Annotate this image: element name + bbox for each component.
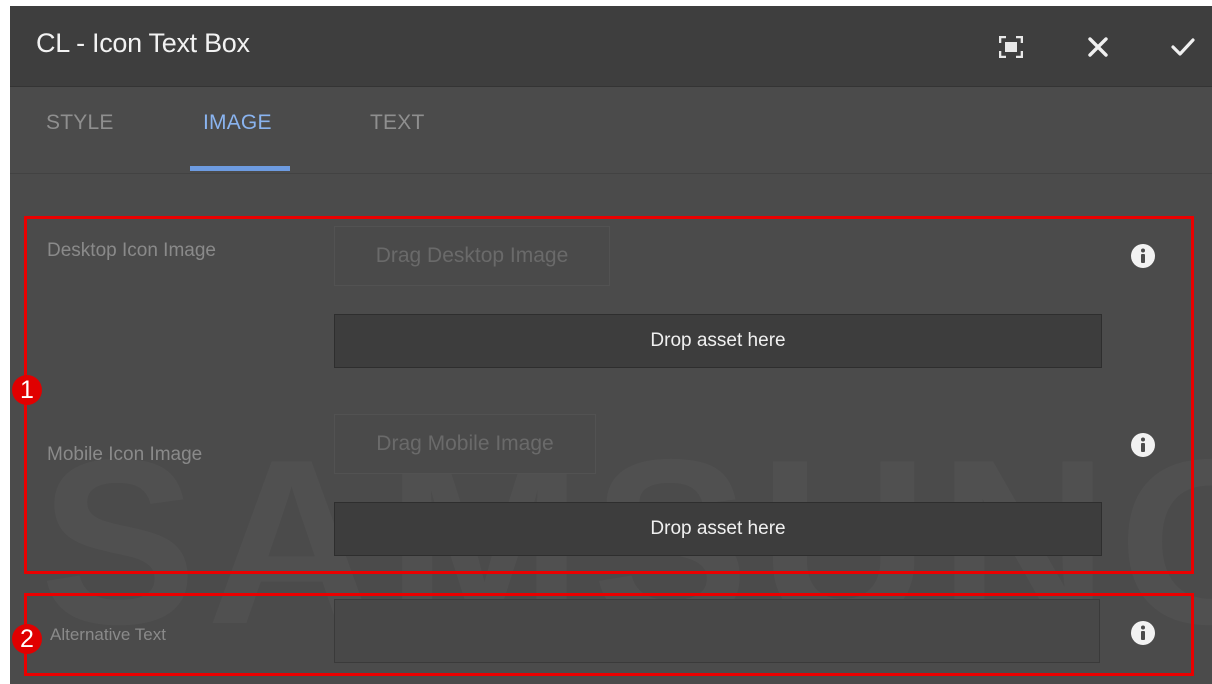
dialog: CL - Icon Text Box STYLE IMAGE TEXT SAMS… xyxy=(10,6,1212,684)
highlight-box-1 xyxy=(24,216,1194,574)
annotation-badge-2: 2 xyxy=(12,624,42,654)
close-icon xyxy=(1088,37,1108,57)
annotation-badge-1: 1 xyxy=(12,375,42,405)
fullscreen-icon xyxy=(999,36,1023,58)
tab-image[interactable]: IMAGE xyxy=(203,111,272,135)
dialog-title: CL - Icon Text Box xyxy=(36,28,250,58)
highlight-box-2 xyxy=(24,593,1194,676)
tab-text[interactable]: TEXT xyxy=(370,111,424,135)
tab-style[interactable]: STYLE xyxy=(46,111,114,135)
done-button[interactable] xyxy=(1166,30,1200,64)
active-tab-indicator xyxy=(190,166,290,171)
fullscreen-button[interactable] xyxy=(994,30,1028,64)
close-button[interactable] xyxy=(1081,30,1115,64)
checkmark-icon xyxy=(1171,38,1195,56)
dialog-header: CL - Icon Text Box xyxy=(10,6,1212,87)
tab-bar: STYLE IMAGE TEXT xyxy=(10,87,1212,174)
